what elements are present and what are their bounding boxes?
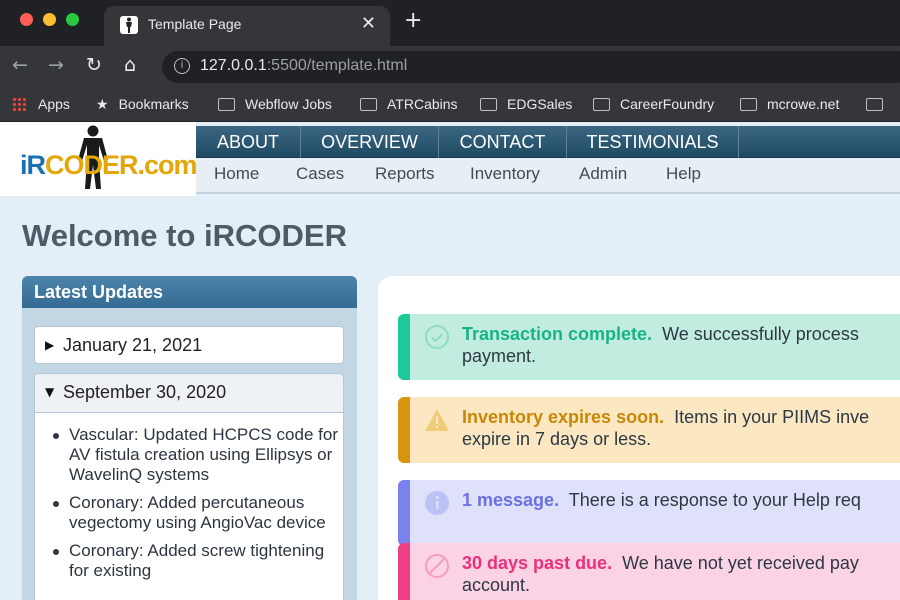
alerts-card: Transaction complete. We successfully pr… xyxy=(378,276,900,600)
reload-icon[interactable]: ↻ xyxy=(86,54,102,76)
bookmark-careerfoundry[interactable]: CareerFoundry xyxy=(593,96,714,112)
browser-toolbar: ← → ↻ ⌂ i 127.0.0.1:5500/template.html xyxy=(0,46,900,88)
logo-ir: iR xyxy=(20,150,46,180)
subnav-admin[interactable]: Admin xyxy=(579,164,627,184)
list-item: Coronary: Added percutaneous vegectomy u… xyxy=(51,493,341,533)
bookmark-apps[interactable]: Apps xyxy=(12,96,70,112)
tab-title: Template Page xyxy=(148,16,242,32)
url-text[interactable]: 127.0.0.1:5500/template.html xyxy=(200,57,407,75)
alert-warning: Inventory expires soon. Items in your PI… xyxy=(398,397,900,463)
bookmarks-bar: Apps ★ Bookmarks Webflow Jobs ATRCabins E… xyxy=(0,88,900,122)
tab-close-icon[interactable]: ✕ xyxy=(361,13,376,34)
page-title: Welcome to iRCODER xyxy=(22,218,347,253)
folder-icon xyxy=(866,98,883,111)
bookmark-bookmarks[interactable]: ★ Bookmarks xyxy=(96,96,189,113)
prohibited-icon xyxy=(425,554,449,578)
subnav-inventory[interactable]: Inventory xyxy=(470,164,540,184)
minimize-window-button[interactable] xyxy=(43,13,56,26)
warning-triangle-icon xyxy=(425,409,449,431)
logo-coder: CODER.com xyxy=(45,150,198,180)
alert-error: 30 days past due. We have not yet receiv… xyxy=(398,543,900,600)
bookmark-webflow-jobs[interactable]: Webflow Jobs xyxy=(218,96,332,112)
collapse-arrow-icon: ▼ xyxy=(45,385,55,399)
latest-updates-panel: Latest Updates ▶ January 21, 2021 ▼ Sept… xyxy=(22,276,357,600)
subnav-cases[interactable]: Cases xyxy=(296,164,344,184)
back-arrow-icon[interactable]: ← xyxy=(12,54,28,76)
browser-tab[interactable]: Template Page ✕ xyxy=(104,6,390,46)
bookmark-edgsales[interactable]: EDGSales xyxy=(480,96,572,112)
folder-icon xyxy=(218,98,235,111)
nav-contact[interactable]: CONTACT xyxy=(439,126,567,158)
latest-updates-heading: Latest Updates xyxy=(22,276,357,308)
list-item: Vascular: Updated HCPCS code for AV fist… xyxy=(51,425,341,485)
alert-title: Transaction complete. xyxy=(462,324,653,344)
bookmark-atrcabins[interactable]: ATRCabins xyxy=(360,96,458,112)
forward-arrow-icon[interactable]: → xyxy=(48,54,64,76)
home-icon[interactable]: ⌂ xyxy=(124,54,136,76)
nav-overview[interactable]: OVERVIEW xyxy=(301,126,439,158)
bookmark-more[interactable] xyxy=(866,96,893,112)
alert-info: 1 message. There is a response to your H… xyxy=(398,480,900,546)
update-date: January 21, 2021 xyxy=(63,335,203,355)
folder-icon xyxy=(360,98,377,111)
main-nav: ABOUT OVERVIEW CONTACT TESTIMONIALS xyxy=(196,126,900,158)
folder-icon xyxy=(593,98,610,111)
update-accordion-jan-2021[interactable]: ▶ January 21, 2021 xyxy=(34,326,344,364)
site-header: iRCODER.com ABOUT OVERVIEW CONTACT TESTI… xyxy=(0,122,900,196)
logo[interactable]: iRCODER.com xyxy=(0,122,198,196)
alert-title: 1 message. xyxy=(462,490,560,510)
subnav-home[interactable]: Home xyxy=(214,164,259,184)
browser-tab-bar: Template Page ✕ + xyxy=(0,0,900,46)
nav-testimonials[interactable]: TESTIMONIALS xyxy=(567,126,739,158)
favicon-icon xyxy=(120,16,138,34)
sub-nav: Home Cases Reports Inventory Admin Help xyxy=(196,158,900,194)
maximize-window-button[interactable] xyxy=(66,13,79,26)
expand-arrow-icon: ▶ xyxy=(45,338,55,352)
bookmark-mcrowe[interactable]: mcrowe.net xyxy=(740,96,839,112)
check-circle-icon xyxy=(425,325,449,349)
update-entries: Vascular: Updated HCPCS code for AV fist… xyxy=(34,413,344,600)
update-date: September 30, 2020 xyxy=(63,382,227,402)
folder-icon xyxy=(480,98,497,111)
address-bar[interactable]: i 127.0.0.1:5500/template.html xyxy=(162,51,900,83)
info-icon[interactable]: i xyxy=(174,58,190,74)
alert-title: 30 days past due. xyxy=(462,553,613,573)
update-accordion-sep-2020[interactable]: ▼ September 30, 2020 xyxy=(34,373,344,413)
subnav-help[interactable]: Help xyxy=(666,164,701,184)
alert-success: Transaction complete. We successfully pr… xyxy=(398,314,900,380)
info-circle-icon xyxy=(425,491,449,515)
alert-title: Inventory expires soon. xyxy=(462,407,665,427)
subnav-reports[interactable]: Reports xyxy=(375,164,435,184)
list-item: Coronary: Added screw tightening for exi… xyxy=(51,541,341,581)
apps-grid-icon xyxy=(12,97,26,111)
folder-icon xyxy=(740,98,757,111)
close-window-button[interactable] xyxy=(20,13,33,26)
new-tab-button[interactable]: + xyxy=(404,8,422,33)
star-icon: ★ xyxy=(96,97,109,113)
nav-about[interactable]: ABOUT xyxy=(196,126,301,158)
